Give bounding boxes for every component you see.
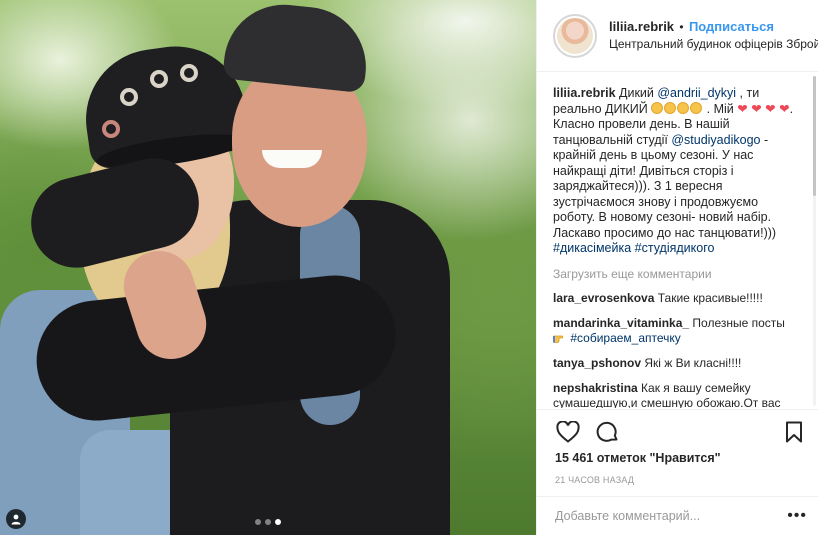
smiley-emoji-icon — [677, 101, 690, 114]
comment: tanya_pshonov Які ж Ви класні!!!! — [553, 356, 795, 371]
action-bar — [537, 409, 818, 453]
mention-link[interactable]: @studiyadikogo — [671, 133, 760, 147]
hashtag-link[interactable]: #дикасімейка #студіядикого — [553, 241, 714, 255]
caption-text: . Мій — [703, 101, 738, 116]
comment-text: Такие красивые!!!!! — [654, 290, 763, 305]
smiley-emoji-icon — [664, 101, 677, 114]
comment-username[interactable]: lara_evrosenkova — [553, 291, 654, 305]
photo-cap-ring — [102, 120, 120, 138]
comments-list[interactable]: liliia.rebrik Дикий @andrii_dykyi , ти р… — [537, 72, 818, 408]
post-caption: liliia.rebrik Дикий @andrii_dykyi , ти р… — [553, 86, 795, 257]
comment-username[interactable]: nepshakristina — [553, 381, 638, 395]
likes-count[interactable]: 15 461 отметок "Нравится" — [555, 451, 721, 465]
comment-username[interactable]: tanya_pshonov — [553, 356, 641, 370]
follow-button[interactable]: Подписаться — [689, 19, 774, 34]
comment-username[interactable]: mandarinka_vitaminka_ — [553, 316, 689, 330]
photo-cap-ring — [150, 70, 168, 88]
avatar-image — [557, 17, 593, 54]
photo-man-smile — [262, 150, 322, 168]
post-timestamp: 21 часов назад — [555, 475, 635, 485]
location-link[interactable]: Центральний будинок офіцерів Збройн... — [609, 36, 818, 53]
header-username[interactable]: liliia.rebrik — [609, 19, 674, 34]
comment: mandarinka_vitaminka_ Полезные посты #со… — [553, 316, 795, 346]
heart-outline-icon[interactable] — [555, 419, 581, 445]
comments-scrollbar[interactable] — [813, 76, 816, 406]
carousel-dot-active[interactable] — [275, 519, 281, 525]
scrollbar-thumb[interactable] — [813, 76, 816, 196]
pointing-hand-emoji-icon — [553, 331, 570, 345]
photo-cap-ring — [120, 88, 138, 106]
comment-text: Які ж Ви класні!!!! — [641, 355, 742, 370]
post-header: liliia.rebrik • Подписаться Центральний … — [537, 0, 818, 72]
more-options-icon[interactable]: ••• — [787, 507, 807, 525]
caption-text: Дикий — [615, 86, 658, 100]
carousel-indicator — [0, 519, 536, 525]
bookmark-icon[interactable] — [781, 419, 807, 445]
speech-bubble-icon[interactable] — [595, 419, 621, 445]
heart-emoji-icon: ❤ ❤ ❤ ❤ — [737, 101, 790, 116]
hashtag-link[interactable]: #собираем_аптечку — [570, 331, 680, 345]
carousel-dot[interactable] — [265, 519, 271, 525]
header-separator: • — [679, 20, 684, 34]
header-text: liliia.rebrik • Подписаться Центральний … — [609, 18, 818, 53]
comment: nepshakristina Как я вашу семейку сумаше… — [553, 381, 795, 409]
load-more-comments-button[interactable]: Загрузить еще комментарии — [553, 267, 795, 281]
comment: lara_evrosenkova Такие красивые!!!!! — [553, 291, 795, 306]
post-sidebar: liliia.rebrik • Подписаться Центральний … — [536, 0, 818, 535]
post-photo[interactable] — [0, 0, 536, 535]
carousel-dot[interactable] — [255, 519, 261, 525]
instagram-post: liliia.rebrik • Подписаться Центральний … — [0, 0, 818, 535]
comment-text: Полезные посты — [689, 315, 785, 330]
mention-link[interactable]: @andrii_dykyi — [657, 86, 736, 100]
photo-cap-ring — [180, 64, 198, 82]
avatar[interactable] — [553, 13, 597, 58]
add-comment-bar: ••• — [537, 496, 818, 535]
add-comment-input[interactable] — [555, 509, 775, 523]
smiley-emoji-icon — [651, 101, 664, 114]
smiley-emoji-icon — [690, 101, 703, 114]
caption-username[interactable]: liliia.rebrik — [553, 86, 616, 100]
caption-text: - крайній день в цьому сезоні. У нас най… — [553, 132, 777, 240]
